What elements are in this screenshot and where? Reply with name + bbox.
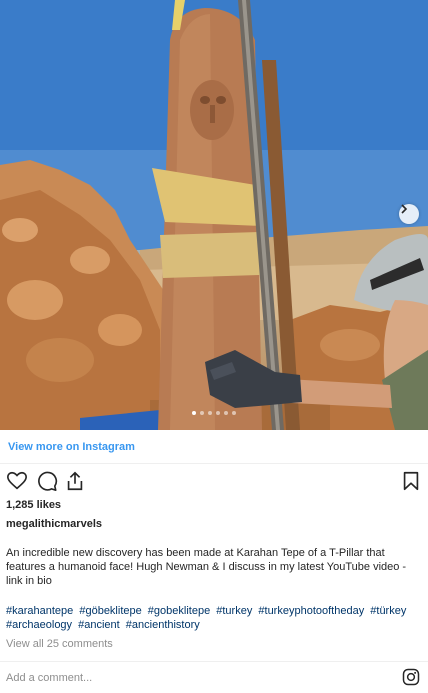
carousel-dot [208, 411, 212, 415]
view-all-comments-link[interactable]: View all 25 comments [6, 638, 113, 650]
comment-bar: Add a comment... [0, 661, 428, 693]
hashtag-link[interactable]: #archaeology [6, 619, 72, 631]
like-count[interactable]: 1,285 likes [6, 499, 61, 511]
hashtag-link[interactable]: #göbeklitepe [79, 605, 141, 617]
hashtag-link[interactable]: #ancienthistory [126, 619, 200, 631]
hashtag-link[interactable]: #turkey [216, 605, 252, 617]
bookmark-icon[interactable] [400, 470, 422, 492]
hashtag-link[interactable]: #turkeyphotooftheday [258, 605, 364, 617]
instagram-logo-icon[interactable] [402, 668, 420, 686]
comment-icon[interactable] [36, 470, 58, 492]
hashtag-list: #karahantepe #göbeklitepe #gobeklitepe #… [6, 604, 422, 632]
post-photo[interactable] [0, 0, 428, 430]
chevron-right-icon [401, 204, 408, 214]
hashtag-link[interactable]: #gobeklitepe [148, 605, 210, 617]
carousel-dot [232, 411, 236, 415]
post-caption: An incredible new discovery has been mad… [6, 547, 407, 587]
view-more-link[interactable]: View more on Instagram [8, 441, 135, 453]
username[interactable]: megalithicmarvels [6, 518, 102, 530]
pillar-photo-illustration [0, 0, 428, 430]
carousel-dot [216, 411, 220, 415]
carousel-dot [200, 411, 204, 415]
hashtag-link[interactable]: #karahantepe [6, 605, 73, 617]
add-comment-input[interactable]: Add a comment... [6, 672, 92, 684]
carousel-dot [224, 411, 228, 415]
hashtag-link[interactable]: #ancient [78, 619, 120, 631]
heart-icon[interactable] [6, 470, 28, 492]
hashtag-link[interactable]: #türkey [370, 605, 406, 617]
carousel-indicator [0, 411, 428, 415]
view-more-bar: View more on Instagram [0, 430, 428, 464]
next-slide-button[interactable] [399, 204, 419, 224]
carousel-dot [192, 411, 196, 415]
post-actions [6, 470, 420, 494]
share-icon[interactable] [64, 470, 86, 492]
